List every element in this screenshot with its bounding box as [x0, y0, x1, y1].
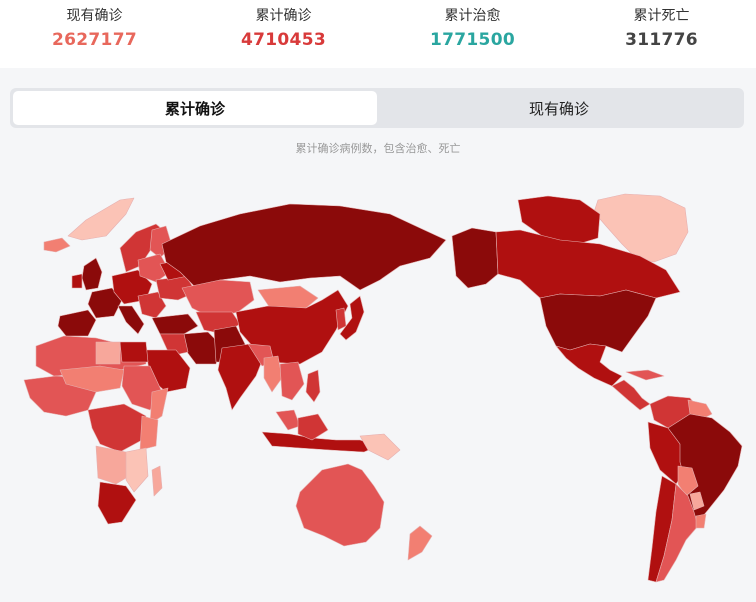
region-uruguay[interactable] — [695, 513, 707, 529]
region-new-zealand[interactable] — [407, 525, 433, 561]
region-usa[interactable] — [539, 289, 657, 353]
stat-total-cured: 累计治愈 1771500 — [378, 0, 567, 68]
region-cuba[interactable] — [625, 369, 665, 381]
region-ireland[interactable] — [71, 273, 83, 289]
stat-value: 1771500 — [430, 30, 515, 50]
region-alaska[interactable] — [451, 227, 499, 289]
region-korea[interactable] — [335, 307, 347, 331]
world-map — [23, 193, 743, 583]
region-italy[interactable] — [117, 305, 145, 335]
stat-value: 4710453 — [241, 30, 326, 50]
region-madagascar[interactable] — [151, 465, 163, 497]
region-central-america[interactable] — [611, 379, 651, 411]
stat-current-confirmed: 现有确诊 2627177 — [0, 0, 189, 68]
region-thailand-indochina[interactable] — [279, 361, 305, 401]
stat-label: 累计确诊 — [255, 8, 312, 24]
region-libya[interactable] — [95, 341, 121, 365]
region-new-guinea[interactable] — [359, 433, 401, 461]
stat-value: 2627177 — [52, 30, 137, 50]
stat-label: 累计死亡 — [633, 8, 690, 24]
map-subtitle: 累计确诊病例数，包含治愈、死亡 — [295, 142, 461, 155]
map-mode-tabs: 累计确诊 现有确诊 — [10, 88, 744, 128]
region-philippines[interactable] — [305, 369, 321, 403]
region-uk[interactable] — [81, 257, 103, 291]
stats-bar: 现有确诊 2627177 累计确诊 4710453 累计治愈 1771500 累… — [0, 0, 756, 68]
region-malaysia[interactable] — [275, 409, 301, 431]
tab-total-confirmed[interactable]: 累计确诊 — [13, 91, 377, 125]
region-central-africa[interactable] — [87, 403, 147, 453]
region-mozambique[interactable] — [125, 447, 149, 493]
region-borneo[interactable] — [297, 413, 329, 441]
stat-label: 现有确诊 — [66, 8, 123, 24]
region-mongolia[interactable] — [257, 285, 319, 309]
region-turkey[interactable] — [151, 313, 199, 335]
stat-label: 累计治愈 — [444, 8, 501, 24]
region-russia[interactable] — [161, 203, 447, 291]
stat-total-deaths: 累计死亡 311776 — [567, 0, 756, 68]
tab-current-confirmed[interactable]: 现有确诊 — [377, 91, 741, 125]
region-east-africa[interactable] — [139, 415, 159, 451]
region-svalbard[interactable] — [67, 197, 135, 241]
stat-total-confirmed: 累计确诊 4710453 — [189, 0, 378, 68]
region-egypt[interactable] — [119, 341, 149, 363]
region-australia[interactable] — [295, 463, 385, 547]
region-iberia[interactable] — [57, 309, 97, 337]
region-iceland[interactable] — [43, 237, 71, 253]
region-mexico[interactable] — [555, 343, 623, 387]
region-south-africa[interactable] — [97, 481, 137, 525]
stat-value: 311776 — [625, 30, 698, 50]
